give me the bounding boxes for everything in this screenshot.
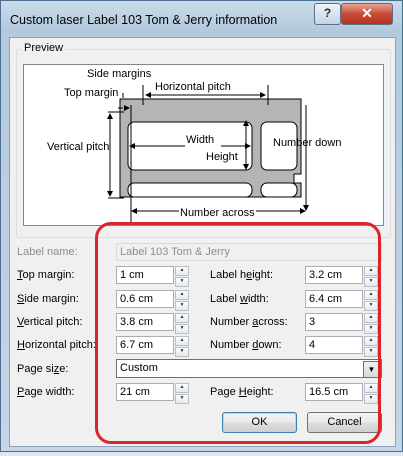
label-height-spinner[interactable]: ▲ ▼ bbox=[364, 266, 378, 287]
side-margin-value: 0.6 cm bbox=[120, 293, 154, 305]
horizontal-pitch-label: Horizontal pitch: bbox=[17, 339, 96, 351]
width-annotation: Width bbox=[186, 134, 214, 146]
top-margin-field[interactable]: 1 cm bbox=[116, 266, 174, 284]
label-name-label: Label name: bbox=[17, 246, 78, 258]
ok-button[interactable]: OK bbox=[222, 412, 297, 433]
side-margins-annotation: Side margins bbox=[87, 68, 152, 80]
page-width-label: Page width: bbox=[17, 386, 75, 398]
top-margin-annotation: Top margin bbox=[64, 87, 118, 99]
page-height-value: 16.5 cm bbox=[309, 386, 349, 398]
number-down-annotation: Number down bbox=[273, 137, 341, 149]
page-height-spinner[interactable]: ▲ ▼ bbox=[364, 383, 378, 404]
number-across-spinner[interactable]: ▲ ▼ bbox=[364, 313, 378, 334]
label-width-value: 6.4 cm bbox=[309, 293, 343, 305]
label-width-label: Label width: bbox=[210, 293, 269, 305]
vertical-pitch-value: 3.8 cm bbox=[120, 316, 154, 328]
dialog-window: Custom laser Label 103 Tom & Jerry infor… bbox=[0, 0, 403, 452]
page-width-spinner[interactable]: ▲ ▼ bbox=[175, 383, 189, 404]
label-name-value: Label 103 Tom & Jerry bbox=[120, 246, 230, 258]
horizontal-pitch-annotation: Horizontal pitch bbox=[155, 81, 231, 93]
horizontal-pitch-field[interactable]: 6.7 cm bbox=[116, 336, 174, 354]
number-down-field[interactable]: 4 bbox=[305, 336, 363, 354]
number-down-spinner[interactable]: ▲ ▼ bbox=[364, 336, 378, 357]
vertical-pitch-label: Vertical pitch: bbox=[17, 316, 83, 328]
preview-group: Preview Side margins Top margin Horizont… bbox=[16, 42, 391, 238]
dropdown-arrow-icon[interactable]: ▼ bbox=[363, 361, 380, 378]
page-size-label: Page size: bbox=[17, 363, 69, 375]
cancel-button[interactable]: Cancel bbox=[307, 412, 382, 433]
side-margin-spinner[interactable]: ▲ ▼ bbox=[175, 290, 189, 311]
window-title: Custom laser Label 103 Tom & Jerry infor… bbox=[10, 13, 278, 27]
page-height-label: Page Height: bbox=[210, 386, 274, 398]
horizontal-pitch-spinner[interactable]: ▲ ▼ bbox=[175, 336, 189, 357]
label-name-field[interactable]: Label 103 Tom & Jerry bbox=[116, 243, 382, 261]
number-across-annotation: Number across bbox=[180, 207, 255, 219]
number-across-value: 3 bbox=[309, 316, 316, 328]
label-height-value: 3.2 cm bbox=[309, 269, 343, 281]
vertical-pitch-annotation: Vertical pitch bbox=[47, 141, 109, 153]
page-size-value: Custom bbox=[120, 362, 158, 374]
title-bar: Custom laser Label 103 Tom & Jerry infor… bbox=[1, 1, 402, 37]
page-size-dropdown[interactable]: Custom ▼ bbox=[116, 359, 382, 378]
number-across-label: Number across: bbox=[210, 316, 288, 328]
horizontal-pitch-value: 6.7 cm bbox=[120, 339, 154, 351]
number-across-field[interactable]: 3 bbox=[305, 313, 363, 331]
side-margin-field[interactable]: 0.6 cm bbox=[116, 290, 174, 308]
number-down-value: 4 bbox=[309, 339, 316, 351]
label-height-label: Label height: bbox=[210, 269, 274, 281]
vertical-pitch-field[interactable]: 3.8 cm bbox=[116, 313, 174, 331]
help-button[interactable]: ? bbox=[314, 3, 341, 25]
label-width-spinner[interactable]: ▲ ▼ bbox=[364, 290, 378, 311]
top-margin-spinner[interactable]: ▲ ▼ bbox=[175, 266, 189, 287]
close-button[interactable]: ✕ bbox=[341, 3, 393, 25]
page-height-field[interactable]: 16.5 cm bbox=[305, 383, 363, 401]
top-margin-label: Top margin: bbox=[17, 269, 75, 281]
preview-box: Side margins Top margin Horizontal pitch… bbox=[23, 64, 384, 226]
dialog-client: Preview Side margins Top margin Horizont… bbox=[9, 37, 396, 447]
top-margin-value: 1 cm bbox=[120, 269, 144, 281]
number-down-label: Number down: bbox=[210, 339, 282, 351]
label-layout-diagram: Side margins Top margin Horizontal pitch… bbox=[47, 68, 341, 225]
page-width-field[interactable]: 21 cm bbox=[116, 383, 174, 401]
side-margin-label: Side margin: bbox=[17, 293, 79, 305]
preview-group-label: Preview bbox=[22, 42, 66, 54]
height-annotation: Height bbox=[206, 151, 238, 163]
label-width-field[interactable]: 6.4 cm bbox=[305, 290, 363, 308]
page-width-value: 21 cm bbox=[120, 386, 150, 398]
vertical-pitch-spinner[interactable]: ▲ ▼ bbox=[175, 313, 189, 334]
label-height-field[interactable]: 3.2 cm bbox=[305, 266, 363, 284]
